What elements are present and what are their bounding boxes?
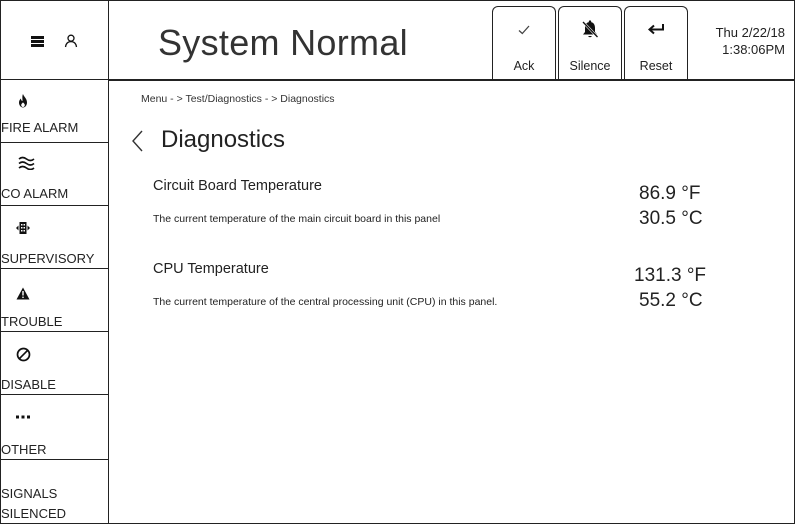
sidebar-item-co-alarm[interactable]: CO ALARM (0, 143, 108, 206)
time-text: 1:38:06PM (722, 42, 785, 57)
date-text: Thu 2/22/18 (715, 25, 785, 40)
diagnostic-title: Circuit Board Temperature (153, 178, 322, 194)
checkmark-icon (518, 25, 530, 35)
supervisory-icon (16, 222, 30, 234)
sidebar-item-fire-alarm[interactable]: FIRE ALARM (0, 80, 108, 143)
ellipsis-icon (16, 415, 30, 419)
header-divider (109, 79, 795, 81)
reset-button[interactable]: Reset (624, 6, 688, 79)
page-title: Diagnostics (161, 126, 286, 153)
sidebar-item-disable[interactable]: DISABLE (0, 332, 108, 395)
sidebar-item-label: TROUBLE (1, 314, 63, 329)
silence-button-label: Silence (569, 59, 611, 73)
fahrenheit-value: 86.9 °F (639, 183, 701, 204)
diagnostic-title: CPU Temperature (153, 261, 269, 277)
sidebar: FIRE ALARM CO ALARM SUPERVISORY TROUBLE … (0, 80, 109, 524)
sidebar-item-label: FIRE ALARM (1, 120, 79, 135)
menu-cell (0, 0, 109, 80)
celsius-value: 55.2 °C (639, 290, 703, 311)
breadcrumb[interactable]: Menu - > Test/Diagnostics - > Diagnostic… (141, 93, 335, 105)
return-arrow-icon (647, 24, 664, 35)
wavy-lines-icon (18, 156, 35, 170)
user-icon[interactable] (64, 34, 78, 48)
signals-silenced-indicator: SIGNALS SILENCED (1, 484, 66, 524)
system-status-title: System Normal (158, 22, 408, 63)
fahrenheit-value: 131.3 °F (634, 265, 707, 286)
sidebar-item-label: CO ALARM (1, 186, 69, 201)
bell-muted-icon (582, 20, 599, 38)
warning-triangle-icon (16, 287, 30, 299)
sidebar-item-label: DISABLE (1, 377, 56, 392)
reset-button-label: Reset (639, 59, 673, 73)
flame-icon (19, 94, 27, 108)
diagnostic-description: The current temperature of the main circ… (153, 213, 441, 225)
sidebar-item-supervisory[interactable]: SUPERVISORY (0, 206, 108, 269)
silence-button[interactable]: Silence (558, 6, 622, 79)
sidebar-item-label: SUPERVISORY (1, 251, 95, 266)
ack-button-label: Ack (513, 59, 535, 73)
date-time: Thu 2/22/18 1:38:06PM (716, 24, 785, 58)
sidebar-item-label: OTHER (1, 442, 47, 457)
slashed-circle-icon (16, 347, 31, 361)
sidebar-item-trouble[interactable]: TROUBLE (0, 269, 108, 332)
sidebar-item-other[interactable]: OTHER (0, 395, 108, 460)
celsius-value: 30.5 °C (639, 208, 703, 229)
signals-silenced-line: SIGNALS (1, 486, 58, 501)
hamburger-menu-icon[interactable] (31, 36, 44, 47)
diagnostic-description: The current temperature of the central p… (153, 296, 498, 308)
ack-button[interactable]: Ack (492, 6, 556, 79)
signals-silenced-line: SILENCED (1, 506, 67, 521)
back-chevron-icon[interactable] (128, 128, 148, 154)
